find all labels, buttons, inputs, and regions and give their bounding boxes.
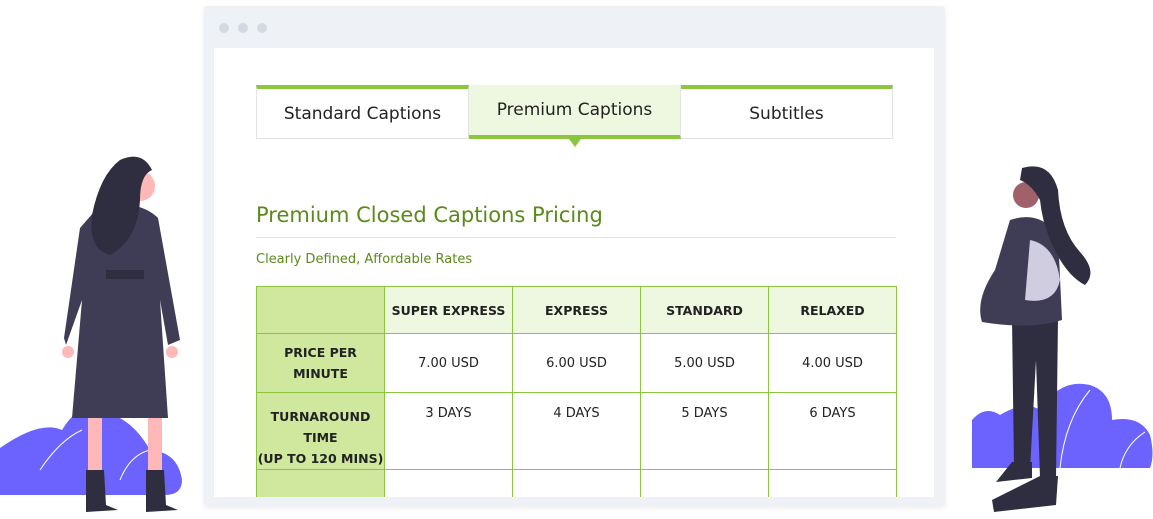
browser-window: Standard Captions Premium Captions Subti… <box>204 6 945 506</box>
table-cell: 4 DAYS <box>512 392 641 470</box>
pricing-table: SUPER EXPRESS EXPRESS STANDARD RELAXED P… <box>256 286 897 497</box>
table-cell: 7.00 USD <box>384 333 513 393</box>
table-cell <box>768 469 897 497</box>
table-cell <box>384 469 513 497</box>
column-header: EXPRESS <box>512 286 641 334</box>
table-corner-cell <box>256 286 385 334</box>
woman-standing-illustration <box>0 156 182 512</box>
table-cell: 5.00 USD <box>640 333 769 393</box>
table-cell <box>512 469 641 497</box>
tab-premium-captions[interactable]: Premium Captions <box>469 85 681 147</box>
table-cell: 3 DAYS <box>384 392 513 470</box>
tab-standard-captions[interactable]: Standard Captions <box>256 85 469 139</box>
column-header: SUPER EXPRESS <box>384 286 513 334</box>
woman-walking-illustration <box>972 166 1153 512</box>
window-controls <box>219 23 267 33</box>
table-cell: 6.00 USD <box>512 333 641 393</box>
table-header-row: SUPER EXPRESS EXPRESS STANDARD RELAXED <box>256 286 897 334</box>
row-header: TURNAROUND TIME (UP TO 120 MINS) <box>256 392 385 470</box>
row-header-label: TURNAROUND TIME <box>270 409 371 445</box>
pricing-tabs: Standard Captions Premium Captions Subti… <box>256 85 893 147</box>
table-row: PRICE PER MINUTE 7.00 USD 6.00 USD 5.00 … <box>256 333 897 393</box>
column-header: STANDARD <box>640 286 769 334</box>
window-dot-1 <box>219 23 229 33</box>
tab-subtitles[interactable]: Subtitles <box>681 85 893 139</box>
table-cell <box>640 469 769 497</box>
table-cell: 4.00 USD <box>768 333 897 393</box>
table-cell: 6 DAYS <box>768 392 897 470</box>
section-subtitle: Clearly Defined, Affordable Rates <box>256 252 473 267</box>
row-header: PRICE PER MINUTE <box>256 333 385 393</box>
table-row-partial <box>256 469 897 497</box>
window-dot-2 <box>238 23 248 33</box>
column-header: RELAXED <box>768 286 897 334</box>
row-header <box>256 469 385 497</box>
section-title: Premium Closed Captions Pricing <box>256 203 896 238</box>
window-dot-3 <box>257 23 267 33</box>
row-header-sublabel: (UP TO 120 MINS) <box>257 451 384 466</box>
page-viewport: Standard Captions Premium Captions Subti… <box>214 48 934 497</box>
table-cell: 5 DAYS <box>640 392 769 470</box>
table-row: TURNAROUND TIME (UP TO 120 MINS) 3 DAYS … <box>256 392 897 470</box>
right-bush <box>972 383 1153 468</box>
